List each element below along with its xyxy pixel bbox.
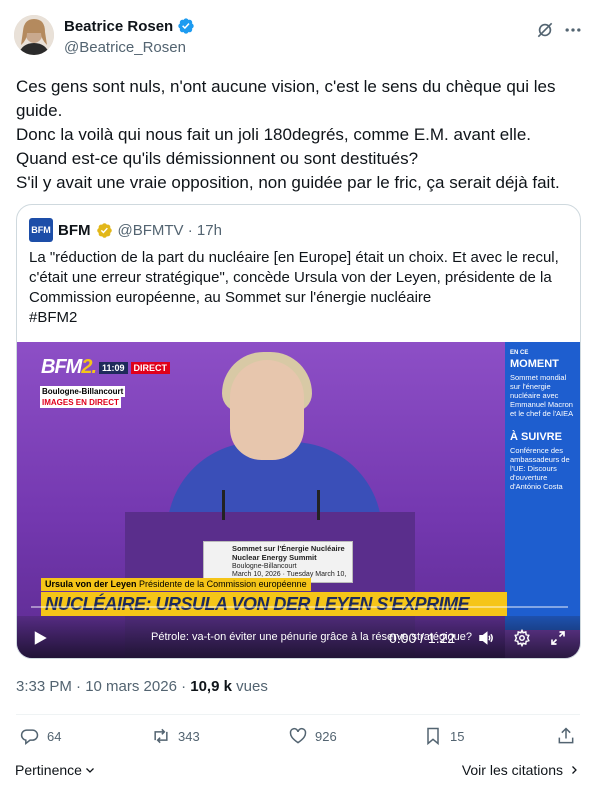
tweet-meta: 3:33 PM · 10 mars 2026 · 10,9 k vues xyxy=(16,678,268,695)
reply-count: 64 xyxy=(47,728,62,744)
chevron-right-icon xyxy=(572,766,577,774)
bookmark-count: 15 xyxy=(450,728,465,744)
images-direct-label: IMAGES EN DIRECT xyxy=(40,397,121,408)
more-options-icon[interactable] xyxy=(563,20,583,40)
microphone xyxy=(317,490,320,520)
quoted-line: La "réduction de la part du nucléaire [e… xyxy=(29,249,559,266)
tweet-line: Donc la voilà qui nous fait un joli 180d… xyxy=(16,125,531,144)
views-label: vues xyxy=(231,678,268,695)
bookmark-button[interactable]: 15 xyxy=(423,726,464,746)
live-time: 11:09 xyxy=(99,361,128,374)
side-next-text: Conférence des ambassadeurs de l'UE: Dis… xyxy=(510,446,570,491)
side-moment-text: Sommet mondial sur l'énergie nucléaire a… xyxy=(510,373,574,418)
side-next-title: À SUIVRE xyxy=(510,431,562,443)
views-count: 10,9 k xyxy=(190,678,232,695)
settings-gear-icon[interactable] xyxy=(513,628,531,648)
reply-button[interactable]: 64 xyxy=(20,726,61,746)
share-button[interactable] xyxy=(556,726,576,746)
divider xyxy=(16,714,580,715)
author-avatar[interactable] xyxy=(14,15,54,55)
quoted-handle-time[interactable]: @BFMTV · 17h xyxy=(118,222,222,239)
repost-icon xyxy=(154,728,168,744)
plaque-title: Sommet sur l'Énergie Nucléaire xyxy=(232,544,345,553)
speaker-role: Présidente de la Commission européenne xyxy=(139,579,307,589)
quoted-line: c'était une erreur stratégique", concède… xyxy=(29,269,552,286)
gold-verified-badge-icon xyxy=(96,222,112,238)
microphone xyxy=(222,490,225,520)
grok-icon[interactable] xyxy=(535,20,555,40)
reply-icon xyxy=(20,729,39,746)
plaque-place: Boulogne-Billancourt xyxy=(232,563,297,570)
tweet-line: Quand est-ce qu'ils démissionnent ou son… xyxy=(16,149,419,168)
quoted-author-name[interactable]: BFM xyxy=(58,222,91,239)
quoted-tweet-text: La "réduction de la part du nucléaire [e… xyxy=(29,248,574,328)
play-icon[interactable] xyxy=(31,629,49,647)
location-label: Boulogne-Billancourt xyxy=(40,386,126,397)
speaker-lower-third: Ursula von der Leyen Présidente de la Co… xyxy=(41,578,311,591)
quoted-tweet-header: BFM BFM @BFMTV · 17h xyxy=(29,218,222,242)
quoted-tweet-card[interactable]: BFM BFM @BFMTV · 17h La "réduction de la… xyxy=(16,204,581,659)
chevron-down-icon xyxy=(85,768,94,773)
like-count: 926 xyxy=(315,728,337,744)
author-name[interactable]: Beatrice Rosen xyxy=(64,18,173,35)
side-moment-b: MOMENT xyxy=(510,358,559,370)
like-button[interactable]: 926 xyxy=(288,726,337,746)
volume-icon[interactable] xyxy=(477,629,495,647)
channel-badge: BFM2. 11:09 DIRECT xyxy=(41,356,171,379)
repost-count: 343 xyxy=(178,728,200,744)
tweet-datetime[interactable]: 3:33 PM · 10 mars 2026 · xyxy=(16,678,190,695)
author-handle[interactable]: @Beatrice_Rosen xyxy=(64,39,186,56)
video-player[interactable]: Sommet sur l'Énergie Nucléaire Nuclear E… xyxy=(17,342,580,658)
channel-logo-text: BFM xyxy=(41,356,82,378)
speaker-name: Ursula von der Leyen xyxy=(45,579,137,589)
repost-button[interactable]: 343 xyxy=(151,726,200,746)
sort-label: Pertinence xyxy=(15,762,82,778)
view-quotes-link[interactable]: Voir les citations xyxy=(462,762,580,778)
tweet-line: guide. xyxy=(16,101,63,120)
channel-logo: BFM2. xyxy=(41,356,97,379)
channel-logo-num: 2. xyxy=(81,356,97,378)
action-bar: 64 343 926 15 xyxy=(16,726,580,754)
bookmark-icon xyxy=(427,727,439,746)
tweet-text: Ces gens sont nuls, n'ont aucune vision,… xyxy=(16,75,584,195)
tweet-line: Ces gens sont nuls, n'ont aucune vision,… xyxy=(16,77,556,96)
side-panel: EN CE MOMENT Sommet mondial sur l'énergi… xyxy=(505,342,580,630)
lectern-plaque: Sommet sur l'Énergie Nucléaire Nuclear E… xyxy=(203,541,353,586)
live-tag: DIRECT xyxy=(130,361,171,374)
hashtag-link[interactable]: #BFM2 xyxy=(29,308,574,328)
headline-banner: NUCLÉAIRE: URSULA VON DER LEYEN S'EXPRIM… xyxy=(41,592,507,616)
heart-icon xyxy=(289,727,307,744)
view-quotes-label: Voir les citations xyxy=(461,762,563,778)
verified-badge-icon xyxy=(178,18,194,34)
speaker-face xyxy=(230,360,304,460)
fullscreen-icon[interactable] xyxy=(549,629,567,647)
author-name-row[interactable]: Beatrice Rosen xyxy=(64,17,195,35)
share-icon xyxy=(558,727,574,744)
bfm-avatar[interactable]: BFM xyxy=(29,218,53,242)
video-time: 0:00 / 1:22 xyxy=(389,630,456,646)
tweet-line: S'il y avait une vraie opposition, non g… xyxy=(16,173,560,192)
plaque-subtitle: Nuclear Energy Summit xyxy=(232,553,317,562)
progress-bar[interactable] xyxy=(31,606,568,608)
quoted-line: Commission européenne, au Sommet sur l'é… xyxy=(29,289,432,306)
sort-dropdown[interactable]: Pertinence xyxy=(15,762,96,778)
